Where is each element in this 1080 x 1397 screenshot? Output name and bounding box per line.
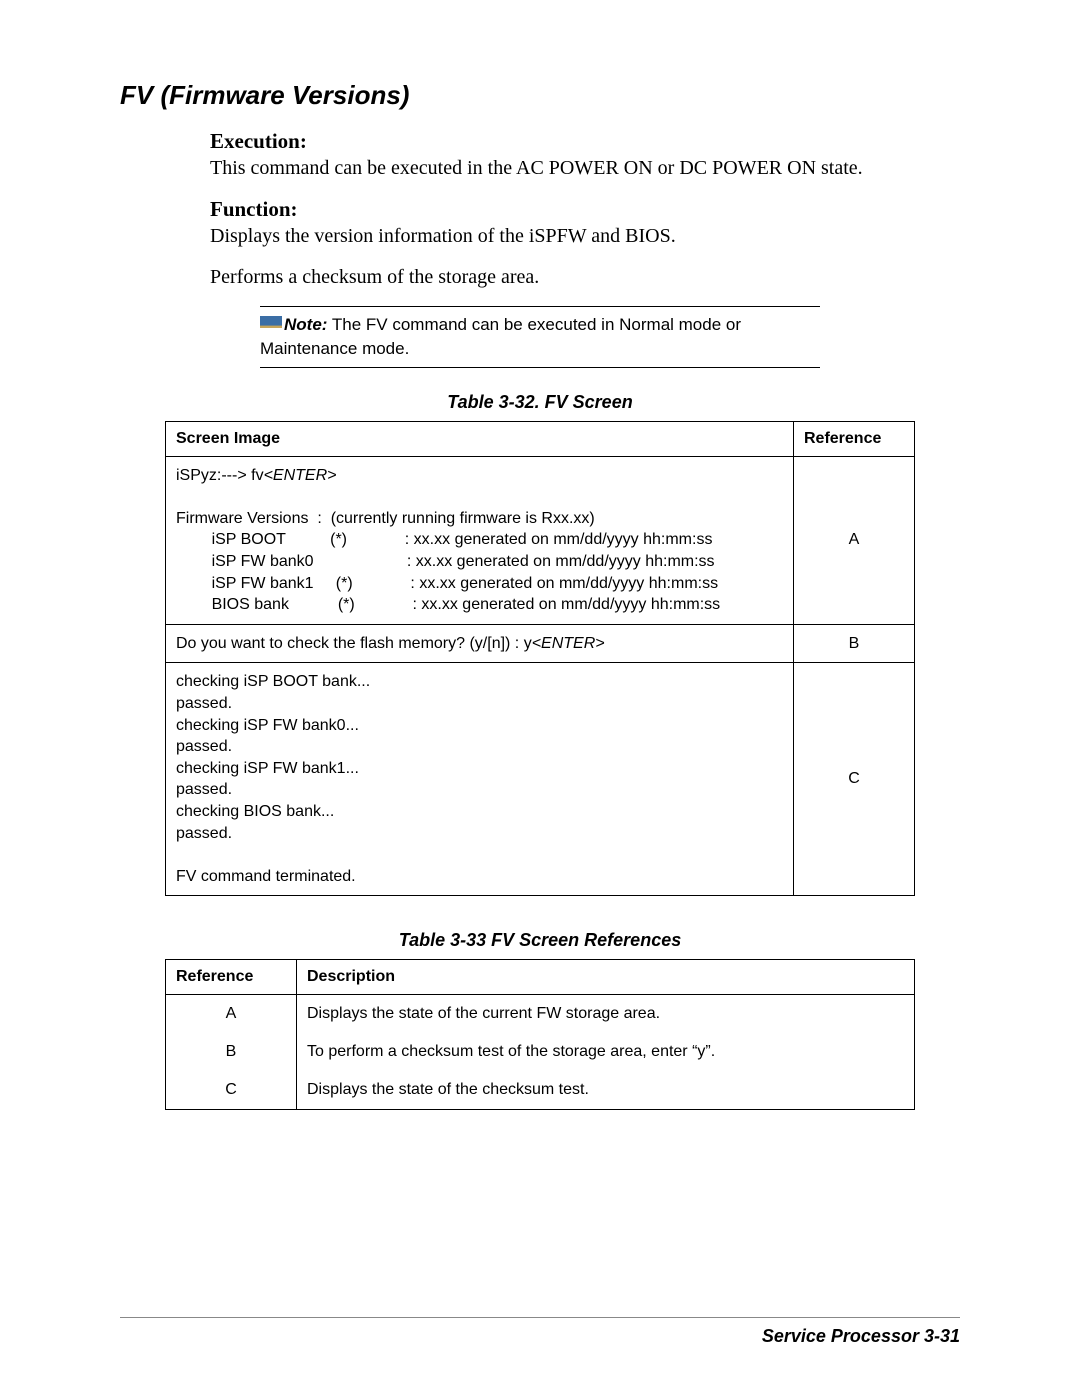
table-32-row-a: iSPyz:---> fv<ENTER> Firmware Versions :… xyxy=(166,456,915,624)
table-33-caption: Table 3-33 FV Screen References xyxy=(120,930,960,951)
table-32-header-row: Screen Image Reference xyxy=(166,421,915,456)
row-a-line3: iSP FW bank0 : xx.xx generated on mm/dd/… xyxy=(176,551,783,573)
table-33-row-c-ref: C xyxy=(166,1071,297,1110)
table-32-row-a-ref: A xyxy=(794,456,915,624)
content-block: Execution: This command can be executed … xyxy=(210,129,960,290)
row-c-line4: passed. xyxy=(176,736,783,758)
note-block: Note: The FV command can be executed in … xyxy=(260,306,820,368)
table-32-row-c-screen: checking iSP BOOT bank... passed. checki… xyxy=(166,663,794,896)
execution-heading: Execution: xyxy=(210,129,960,154)
row-a-prompt-pre: iSPyz:---> fv xyxy=(176,467,264,484)
table-33-row-a-ref: A xyxy=(166,995,297,1034)
table-33-row-b-desc: To perform a checksum test of the storag… xyxy=(297,1033,915,1071)
row-c-line5: checking iSP FW bank1... xyxy=(176,758,783,780)
table-33-header-description: Description xyxy=(297,960,915,995)
note-content: Note: The FV command can be executed in … xyxy=(260,313,820,361)
note-text: The FV command can be executed in Normal… xyxy=(260,315,741,358)
row-b-line-enter: <ENTER> xyxy=(532,635,605,652)
row-a-prompt-enter: <ENTER> xyxy=(264,467,337,484)
table-32-row-a-screen: iSPyz:---> fv<ENTER> Firmware Versions :… xyxy=(166,456,794,624)
table-32-row-c-ref: C xyxy=(794,663,915,896)
row-a-line4: iSP FW bank1 (*) : xx.xx generated on mm… xyxy=(176,573,783,595)
footer-text: Service Processor 3-31 xyxy=(120,1326,960,1347)
execution-text: This command can be executed in the AC P… xyxy=(210,156,960,181)
table-33-header-row: Reference Description xyxy=(166,960,915,995)
table-32-row-b-ref: B xyxy=(794,624,915,663)
row-c-line2: passed. xyxy=(176,693,783,715)
table-32-row-c: checking iSP BOOT bank... passed. checki… xyxy=(166,663,915,896)
table-32-row-b-screen: Do you want to check the flash memory? (… xyxy=(166,624,794,663)
row-a-blank xyxy=(176,486,783,508)
function-heading: Function: xyxy=(210,197,960,222)
table-32-row-b: Do you want to check the flash memory? (… xyxy=(166,624,915,663)
table-33-row-c: C Displays the state of the checksum tes… xyxy=(166,1071,915,1110)
table-32-header-reference: Reference xyxy=(794,421,915,456)
page: FV (Firmware Versions) Execution: This c… xyxy=(0,0,1080,1397)
row-c-line7: checking BIOS bank... xyxy=(176,801,783,823)
table-32-caption: Table 3-32. FV Screen xyxy=(120,392,960,413)
table-33-row-b-ref: B xyxy=(166,1033,297,1071)
note-rule-bottom xyxy=(260,367,820,368)
row-c-line3: checking iSP FW bank0... xyxy=(176,715,783,737)
row-c-line1: checking iSP BOOT bank... xyxy=(176,671,783,693)
table-33-row-b: B To perform a checksum test of the stor… xyxy=(166,1033,915,1071)
row-a-line2: iSP BOOT (*) : xx.xx generated on mm/dd/… xyxy=(176,529,783,551)
row-c-line8: passed. xyxy=(176,823,783,845)
row-a-line1: Firmware Versions : (currently running f… xyxy=(176,508,783,530)
table-33-row-a: A Displays the state of the current FW s… xyxy=(166,995,915,1034)
section-title: FV (Firmware Versions) xyxy=(120,80,960,111)
table-33-header-reference: Reference xyxy=(166,960,297,995)
function-text-2: Performs a checksum of the storage area. xyxy=(210,265,960,290)
row-b-line: Do you want to check the flash memory? (… xyxy=(176,633,783,655)
row-a-prompt: iSPyz:---> fv<ENTER> xyxy=(176,465,783,487)
footer-rule xyxy=(120,1317,960,1318)
function-text-1: Displays the version information of the … xyxy=(210,224,960,249)
row-c-line9 xyxy=(176,844,783,866)
table-33-row-a-desc: Displays the state of the current FW sto… xyxy=(297,995,915,1034)
table-32-header-screen-image: Screen Image xyxy=(166,421,794,456)
page-footer: Service Processor 3-31 xyxy=(120,1317,960,1347)
table-33: Reference Description A Displays the sta… xyxy=(165,959,915,1110)
row-c-line6: passed. xyxy=(176,779,783,801)
table-33-row-c-desc: Displays the state of the checksum test. xyxy=(297,1071,915,1110)
row-a-line5: BIOS bank (*) : xx.xx generated on mm/dd… xyxy=(176,594,783,616)
note-label: Note: xyxy=(284,315,327,334)
row-b-line-pre: Do you want to check the flash memory? (… xyxy=(176,635,532,652)
row-c-line10: FV command terminated. xyxy=(176,866,783,888)
note-rule-top xyxy=(260,306,820,307)
table-32: Screen Image Reference iSPyz:---> fv<ENT… xyxy=(165,421,915,897)
note-icon xyxy=(260,316,282,332)
